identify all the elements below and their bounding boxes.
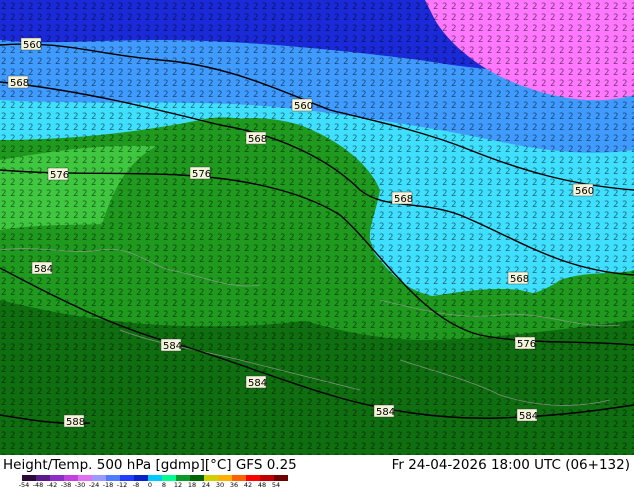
colorbar-tick-label: -24 bbox=[88, 481, 100, 489]
contour-label: 576 bbox=[514, 336, 536, 350]
contour-label: 584 bbox=[245, 375, 267, 389]
svg-text:568: 568 bbox=[510, 274, 529, 285]
svg-text:568: 568 bbox=[248, 134, 267, 145]
svg-text:584: 584 bbox=[376, 407, 395, 418]
svg-text:588: 588 bbox=[66, 417, 85, 428]
svg-text:560: 560 bbox=[23, 40, 42, 51]
contour-label: 560 bbox=[291, 98, 313, 112]
svg-text:584: 584 bbox=[34, 264, 53, 275]
contour-label: 584 bbox=[31, 261, 53, 275]
contour-label: 568 bbox=[7, 75, 29, 89]
colorbar-tick-label: -54 bbox=[18, 481, 30, 489]
map-footer: Height/Temp. 500 hPa [gdmp][°C] GFS 0.25… bbox=[0, 455, 634, 490]
svg-text:584: 584 bbox=[519, 411, 538, 422]
colorbar-tick-label: -48 bbox=[32, 481, 44, 489]
colorbar-tick-label: 8 bbox=[161, 481, 167, 489]
map-title: Height/Temp. 500 hPa [gdmp][°C] GFS 0.25 bbox=[3, 457, 297, 473]
colorbar-tick-label: -8 bbox=[132, 481, 140, 489]
svg-text:560: 560 bbox=[575, 186, 594, 197]
svg-text:584: 584 bbox=[248, 378, 267, 389]
colorbar-tick-label: 12 bbox=[173, 481, 183, 489]
value-texture bbox=[0, 0, 634, 455]
svg-text:584: 584 bbox=[163, 341, 182, 352]
contour-label: 584 bbox=[373, 404, 395, 418]
colorbar-tick-label: 54 bbox=[271, 481, 281, 489]
svg-text:576: 576 bbox=[517, 339, 536, 350]
colorbar-tick-label: 18 bbox=[187, 481, 197, 489]
contour-label: 568 bbox=[507, 271, 529, 285]
contour-label: 576 bbox=[47, 167, 69, 181]
contour-label: 560 bbox=[572, 183, 594, 197]
colorbar-tick-label: 48 bbox=[257, 481, 267, 489]
colorbar-tick-label: -30 bbox=[74, 481, 86, 489]
svg-text:568: 568 bbox=[394, 194, 413, 205]
contour-label: 560 bbox=[20, 37, 42, 51]
valid-time: Fr 24-04-2026 18:00 UTC (06+132) bbox=[391, 457, 630, 473]
contour-label: 584 bbox=[160, 338, 182, 352]
contour-label: 588 bbox=[63, 414, 85, 428]
colorbar-tick-label: -42 bbox=[46, 481, 58, 489]
svg-text:560: 560 bbox=[294, 101, 313, 112]
colorbar-tick-label: -12 bbox=[116, 481, 128, 489]
svg-text:576: 576 bbox=[192, 169, 211, 180]
colorbar-tick-label: 36 bbox=[229, 481, 239, 489]
contour-label: 576 bbox=[189, 166, 211, 180]
colorbar-tick-label: 30 bbox=[215, 481, 225, 489]
colorbar-tick-label: 42 bbox=[243, 481, 253, 489]
svg-text:568: 568 bbox=[10, 78, 29, 89]
colorbar-tick-label: -38 bbox=[60, 481, 72, 489]
svg-text:576: 576 bbox=[50, 170, 69, 181]
colorbar-tick-label: 0 bbox=[147, 481, 153, 489]
contour-label: 568 bbox=[245, 131, 267, 145]
colorbar-ticks: -54 -48 -42 -38 -30 -24 -18 -12 -8 0 8 12 18 24 30 36 42… bbox=[18, 481, 302, 490]
weather-map: 2 bbox=[0, 0, 634, 455]
colorbar-tick-label: -18 bbox=[102, 481, 114, 489]
colorbar-tick-label: 24 bbox=[201, 481, 211, 489]
contour-label: 584 bbox=[516, 408, 538, 422]
contour-label: 568 bbox=[391, 191, 413, 205]
map-canvas: 2 bbox=[0, 0, 634, 455]
